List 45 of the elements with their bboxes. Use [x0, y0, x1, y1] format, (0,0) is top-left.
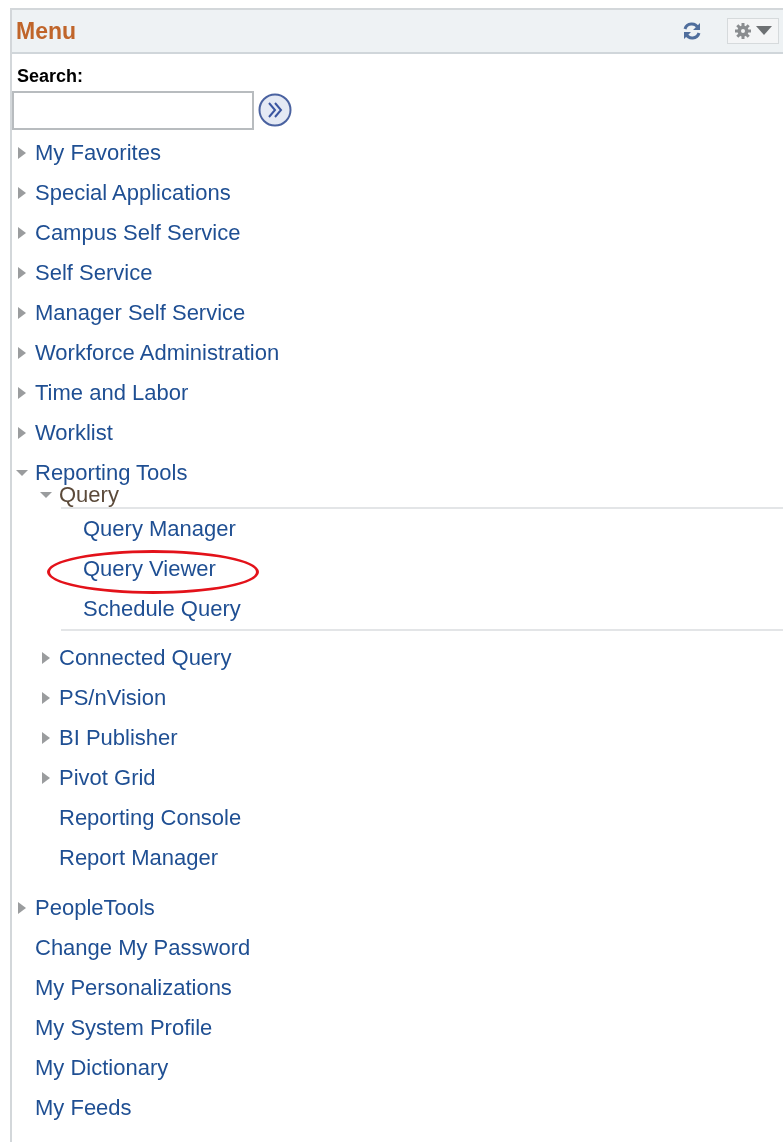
settings-button[interactable]: [727, 18, 779, 44]
expand-arrow-icon[interactable]: [40, 651, 52, 665]
expand-arrow-icon[interactable]: [16, 386, 28, 400]
expand-arrow-icon[interactable]: [16, 226, 28, 240]
menu-link[interactable]: My System Profile: [35, 1015, 213, 1041]
menu-folder[interactable]: Connected Query: [59, 645, 232, 671]
menu-link[interactable]: Query Viewer: [83, 556, 216, 582]
menu-folder[interactable]: Campus Self Service: [35, 220, 241, 246]
refresh-icon[interactable]: [681, 20, 703, 42]
panel-title: Menu: [16, 17, 77, 45]
expand-arrow-icon[interactable]: [16, 146, 28, 160]
expand-arrow-icon[interactable]: [16, 266, 28, 280]
expand-arrow-icon[interactable]: [16, 426, 28, 440]
expand-arrow-icon[interactable]: [16, 306, 28, 320]
expand-arrow-icon[interactable]: [16, 901, 28, 915]
expand-arrow-icon[interactable]: [16, 186, 28, 200]
menu-folder[interactable]: Time and Labor: [35, 380, 189, 406]
search-button[interactable]: [258, 93, 292, 127]
search-field[interactable]: [12, 90, 254, 130]
menu-folder[interactable]: Manager Self Service: [35, 300, 246, 326]
menu-link[interactable]: Reporting Console: [59, 805, 242, 831]
menu-folder[interactable]: PS/nVision: [59, 685, 167, 711]
search-label: Search:: [17, 66, 84, 87]
menu-link[interactable]: My Personalizations: [35, 975, 232, 1001]
menu-folder[interactable]: Workforce Administration: [35, 340, 280, 366]
menu-folder[interactable]: Self Service: [35, 260, 153, 286]
settings-icon: [734, 22, 752, 40]
menu-folder[interactable]: Worklist: [35, 420, 113, 446]
expand-arrow-icon[interactable]: [40, 731, 52, 745]
menu-folder[interactable]: BI Publisher: [59, 725, 178, 751]
menu-link[interactable]: My Feeds: [35, 1095, 132, 1121]
menu-link[interactable]: Report Manager: [59, 845, 218, 871]
menu-link[interactable]: Schedule Query: [83, 596, 241, 622]
caret-icon: [756, 26, 772, 36]
menu-folder[interactable]: PeopleTools: [35, 895, 155, 921]
menu-folder[interactable]: Pivot Grid: [59, 765, 156, 791]
expand-arrow-icon[interactable]: [16, 346, 28, 360]
menu-link[interactable]: Change My Password: [35, 935, 251, 961]
menu-folder[interactable]: Reporting Tools: [35, 460, 188, 486]
menu-folder[interactable]: My Favorites: [35, 140, 161, 166]
menu-folder[interactable]: Special Applications: [35, 180, 231, 206]
expand-arrow-icon[interactable]: [40, 771, 52, 785]
menu-link[interactable]: My Dictionary: [35, 1055, 169, 1081]
expand-arrow-icon[interactable]: [40, 691, 52, 705]
menu-link[interactable]: Query Manager: [83, 516, 236, 542]
